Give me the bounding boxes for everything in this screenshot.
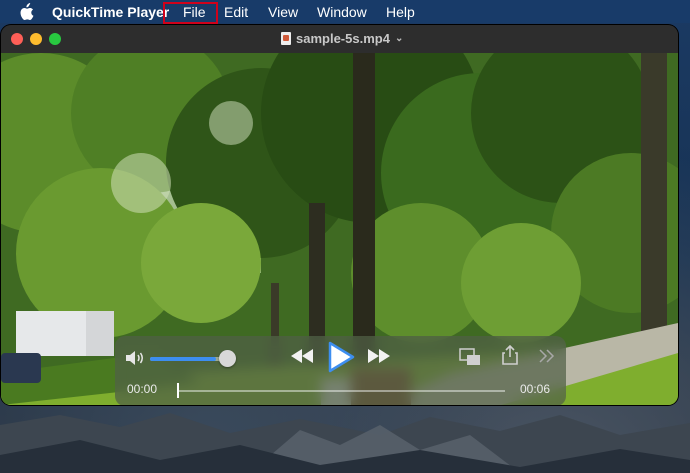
apple-menu-icon[interactable] xyxy=(18,3,34,21)
timeline-playhead[interactable] xyxy=(177,383,179,398)
current-time-label: 00:00 xyxy=(127,382,158,396)
chevron-down-icon[interactable]: ⌄ xyxy=(395,33,403,44)
window-titlebar[interactable]: sample-5s.mp4 ⌄ xyxy=(1,25,678,54)
menu-window[interactable]: Window xyxy=(317,4,367,20)
menu-view[interactable]: View xyxy=(268,4,298,20)
picture-in-picture-icon[interactable] xyxy=(459,348,481,366)
playback-controls-hud: 00:00 00:06 xyxy=(115,336,566,405)
minimize-window-button[interactable] xyxy=(30,33,42,45)
volume-icon[interactable] xyxy=(125,350,145,366)
video-file-icon xyxy=(281,32,291,45)
volume-slider-fill xyxy=(150,357,217,361)
volume-slider-track[interactable] xyxy=(150,357,228,361)
zoom-window-button[interactable] xyxy=(49,33,61,45)
share-icon[interactable] xyxy=(502,345,518,365)
timeline-scrubber-track[interactable] xyxy=(177,390,505,392)
file-menu-highlight-box xyxy=(163,2,218,24)
document-title-label: sample-5s.mp4 xyxy=(296,31,390,46)
menu-help[interactable]: Help xyxy=(386,4,415,20)
volume-slider-knob[interactable] xyxy=(219,350,236,367)
play-icon[interactable] xyxy=(326,341,356,373)
menu-bar: QuickTime Player File Edit View Window H… xyxy=(0,0,690,24)
menu-edit[interactable]: Edit xyxy=(224,4,248,20)
more-icon[interactable] xyxy=(539,349,555,363)
video-frame[interactable]: 00:00 00:06 xyxy=(1,53,678,405)
close-window-button[interactable] xyxy=(11,33,23,45)
rewind-icon[interactable] xyxy=(290,348,314,364)
duration-label: 00:06 xyxy=(520,382,551,396)
fast-forward-icon[interactable] xyxy=(367,348,391,364)
document-title[interactable]: sample-5s.mp4 ⌄ xyxy=(281,31,403,46)
app-menu-quicktime-player[interactable]: QuickTime Player xyxy=(52,4,169,20)
quicktime-window: sample-5s.mp4 ⌄ 00:00 00:06 xyxy=(1,25,678,405)
desktop-wallpaper-ridge xyxy=(0,413,690,473)
